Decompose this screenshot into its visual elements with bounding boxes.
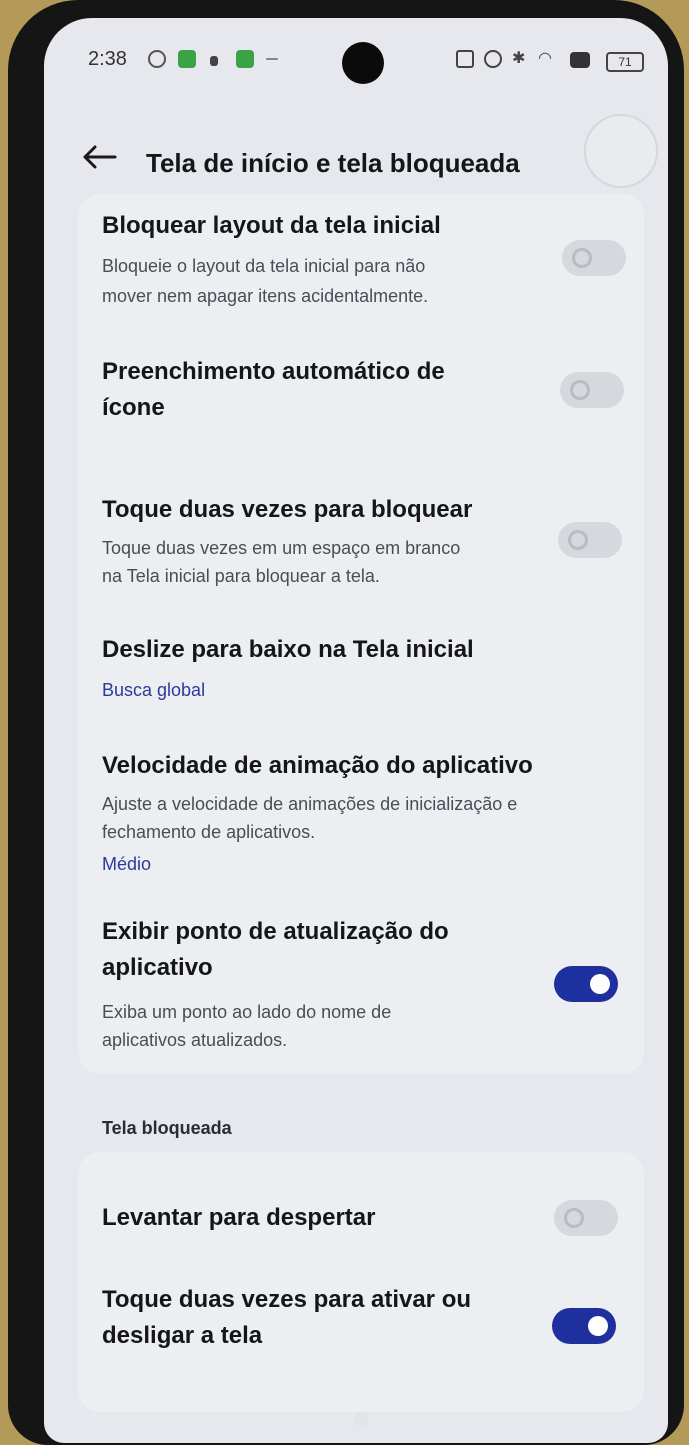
toggle-knob	[568, 530, 588, 550]
auto-fill-icon-row[interactable]: Preenchimento automático de ícone	[78, 350, 644, 450]
double-tap-screen-title-line1: Toque duas vezes para ativar ou	[102, 1286, 472, 1313]
home-indicator[interactable]	[354, 1412, 368, 1426]
section-label-lock-screen: Tela bloqueada	[102, 1118, 232, 1138]
phone-frame: 2:38 ✱ ◠ 71 Tela de início e tela bloque…	[8, 0, 684, 1445]
animation-speed-value: Médio	[102, 854, 152, 874]
update-dot-desc-line2: aplicativos atualizados.	[102, 1030, 288, 1050]
double-tap-lock-toggle[interactable]	[558, 522, 622, 558]
update-dot-row[interactable]: Exibir ponto de atualização do aplicativ…	[78, 900, 644, 1060]
animation-speed-desc-line1: Ajuste a velocidade de animações de inic…	[102, 794, 518, 814]
raise-to-wake-title: Levantar para despertar	[102, 1204, 376, 1231]
app-notification-icon	[148, 50, 166, 68]
update-dot-title-line2: aplicativo	[102, 954, 213, 981]
animation-speed-desc-line2: fechamento de aplicativos.	[102, 822, 316, 842]
swipe-down-row[interactable]: Deslize para baixo na Tela inicial Busca…	[78, 610, 644, 710]
auto-fill-icon-toggle[interactable]	[560, 372, 624, 408]
battery-indicator: 71	[606, 52, 644, 72]
toggle-knob	[588, 1316, 608, 1336]
wifi-icon: ◠	[538, 50, 552, 67]
lock-layout-toggle[interactable]	[562, 240, 626, 276]
more-notifications-icon	[266, 58, 278, 60]
animation-speed-title: Velocidade de animação do aplicativo	[102, 752, 533, 779]
swipe-down-value: Busca global	[102, 680, 206, 700]
floating-assist-circle	[584, 114, 658, 188]
toggle-knob	[572, 248, 592, 268]
phone-screen: 2:38 ✱ ◠ 71 Tela de início e tela bloque…	[44, 18, 668, 1443]
update-dot-title-line1: Exibir ponto de atualização do	[102, 918, 449, 945]
home-settings-card: Bloquear layout da tela inicial Bloqueie…	[78, 194, 644, 1074]
swipe-down-title: Deslize para baixo na Tela inicial	[102, 636, 474, 663]
double-tap-lock-row[interactable]: Toque duas vezes para bloquear Toque dua…	[78, 470, 644, 600]
store-notification-icon	[236, 50, 254, 68]
alarm-icon	[484, 50, 502, 68]
raise-to-wake-row[interactable]: Levantar para despertar	[78, 1172, 644, 1252]
back-button[interactable]	[74, 132, 124, 182]
lock-screen-card: Levantar para despertar Toque duas vezes…	[78, 1152, 644, 1412]
sheets-notification-icon	[178, 50, 196, 68]
double-tap-lock-desc-line2: na Tela inicial para bloquear a tela.	[102, 566, 380, 586]
lock-layout-desc-line1: Bloqueie o layout da tela inicial para n…	[102, 256, 426, 276]
sim-icon	[570, 52, 590, 68]
double-tap-screen-title-line2: desligar a tela	[102, 1322, 263, 1349]
update-dot-desc-line1: Exiba um ponto ao lado do nome de	[102, 1002, 392, 1022]
toggle-knob	[590, 974, 610, 994]
double-tap-screen-toggle[interactable]	[552, 1308, 616, 1344]
lock-layout-desc-line2: mover nem apagar itens acidentalmente.	[102, 286, 429, 306]
toggle-knob	[570, 380, 590, 400]
front-camera	[342, 42, 384, 84]
arrow-left-icon	[83, 145, 117, 169]
auto-fill-icon-title-line2: ícone	[102, 394, 165, 421]
lock-notification-icon	[210, 56, 218, 66]
page-title: Tela de início e tela bloqueada	[146, 148, 520, 178]
status-time: 2:38	[88, 48, 127, 70]
animation-speed-row[interactable]: Velocidade de animação do aplicativo Aju…	[78, 730, 644, 874]
toggle-knob	[564, 1208, 584, 1228]
lock-layout-title: Bloquear layout da tela inicial	[102, 212, 441, 239]
double-tap-lock-desc-line1: Toque duas vezes em um espaço em branco	[102, 538, 461, 558]
auto-fill-icon-title-line1: Preenchimento automático de	[102, 358, 445, 385]
bluetooth-icon: ✱	[512, 50, 526, 67]
raise-to-wake-toggle[interactable]	[554, 1200, 618, 1236]
nfc-icon	[456, 50, 474, 68]
double-tap-lock-title: Toque duas vezes para bloquear	[102, 496, 473, 523]
update-dot-toggle[interactable]	[554, 966, 618, 1002]
double-tap-screen-row[interactable]: Toque duas vezes para ativar ou desligar…	[78, 1276, 644, 1376]
lock-layout-row[interactable]: Bloquear layout da tela inicial Bloqueie…	[78, 194, 644, 324]
